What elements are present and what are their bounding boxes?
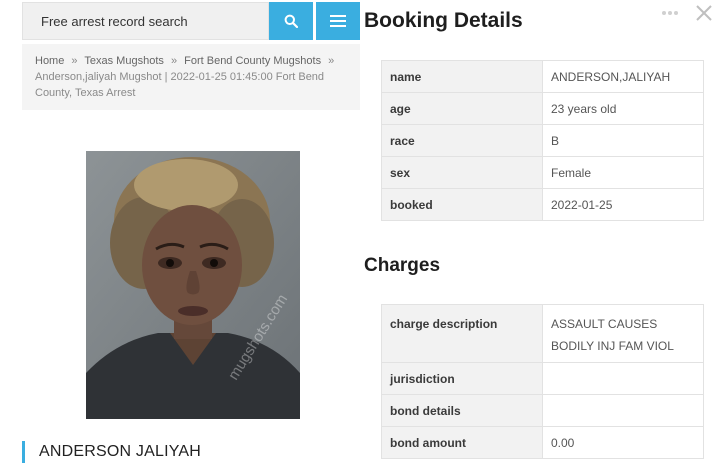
charges-heading: Charges bbox=[364, 255, 441, 276]
close-icon[interactable] bbox=[696, 5, 712, 21]
mugshot-photo: mugshots.com bbox=[86, 151, 300, 419]
person-name: ANDERSON JALIYAH bbox=[22, 441, 201, 463]
charge-value: 0.00 bbox=[542, 426, 704, 459]
booking-label: sex bbox=[381, 156, 543, 189]
breadcrumb-current: Anderson,jaliyah Mugshot | 2022-01-25 01… bbox=[35, 71, 325, 99]
table-row: bond amount 0.00 bbox=[381, 426, 704, 459]
booking-value: 23 years old bbox=[542, 92, 704, 125]
search-placeholder: Free arrest record search bbox=[41, 13, 188, 29]
charge-label: jurisdiction bbox=[381, 362, 543, 395]
search-icon bbox=[284, 14, 298, 28]
charge-value bbox=[542, 394, 704, 427]
table-row: race B bbox=[381, 124, 704, 157]
booking-label: race bbox=[381, 124, 543, 157]
table-row: name ANDERSON,JALIYAH bbox=[381, 60, 704, 93]
breadcrumb-fort-bend-county-mugshots[interactable]: Fort Bend County Mugshots bbox=[184, 55, 321, 67]
charge-label: bond details bbox=[381, 394, 543, 427]
table-row: booked 2022-01-25 bbox=[381, 188, 704, 221]
booking-details-heading: Booking Details bbox=[364, 9, 523, 32]
ad-choices-icon[interactable] bbox=[662, 11, 678, 15]
search-input[interactable]: Free arrest record search bbox=[22, 2, 269, 40]
table-row: charge description ASSAULT CAUSES BODILY… bbox=[381, 304, 704, 363]
booking-value: B bbox=[542, 124, 704, 157]
booking-label: booked bbox=[381, 188, 543, 221]
booking-value: Female bbox=[542, 156, 704, 189]
booking-label: age bbox=[381, 92, 543, 125]
table-row: age 23 years old bbox=[381, 92, 704, 125]
charge-label: bond amount bbox=[381, 426, 543, 459]
breadcrumb-texas-mugshots[interactable]: Texas Mugshots bbox=[84, 55, 163, 67]
search-button[interactable] bbox=[269, 2, 313, 40]
table-row: bond details bbox=[381, 394, 704, 427]
charge-value bbox=[542, 362, 704, 395]
breadcrumb: Home » Texas Mugshots » Fort Bend County… bbox=[22, 44, 360, 110]
booking-label: name bbox=[381, 60, 543, 93]
breadcrumb-home[interactable]: Home bbox=[35, 55, 64, 67]
booking-value: 2022-01-25 bbox=[542, 188, 704, 221]
charge-label: charge description bbox=[381, 304, 543, 363]
charges-table: charge description ASSAULT CAUSES BODILY… bbox=[381, 304, 704, 459]
booking-details-table: name ANDERSON,JALIYAH age 23 years old r… bbox=[381, 60, 704, 221]
hamburger-menu-icon bbox=[330, 15, 346, 27]
search-bar: Free arrest record search bbox=[22, 2, 360, 40]
charge-value: ASSAULT CAUSES BODILY INJ FAM VIOL bbox=[542, 304, 704, 363]
breadcrumb-separator: » bbox=[170, 55, 178, 67]
breadcrumb-separator: » bbox=[71, 55, 78, 67]
menu-button[interactable] bbox=[316, 2, 360, 40]
table-row: jurisdiction bbox=[381, 362, 704, 395]
booking-value: ANDERSON,JALIYAH bbox=[542, 60, 704, 93]
ad-overlay-controls bbox=[660, 3, 715, 23]
table-row: sex Female bbox=[381, 156, 704, 189]
breadcrumb-separator: » bbox=[328, 55, 335, 67]
